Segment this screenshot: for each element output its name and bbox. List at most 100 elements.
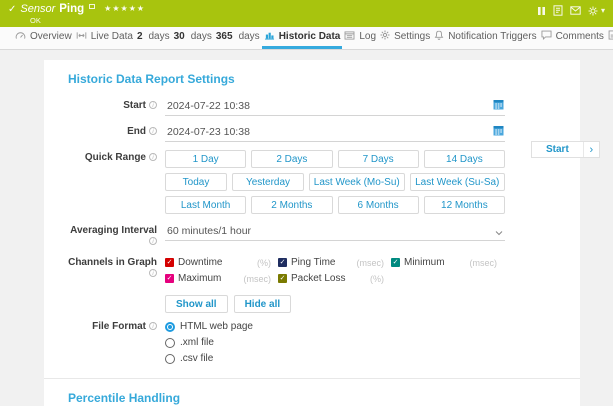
radio-xml-file[interactable]: .xml file [165,337,505,348]
end-date-input[interactable]: 2024-07-23 10:38 [165,124,505,142]
quick-range-12-months[interactable]: 12 Months [424,196,505,214]
gear-icon[interactable] [588,6,598,16]
file-format-row: File Formati HTML web page .xml file .cs… [68,319,556,364]
tab-history[interactable]: History [606,27,613,49]
tab-log[interactable]: Log [342,27,378,49]
radio-html-web-page[interactable]: HTML web page [165,321,505,332]
info-icon[interactable]: i [149,127,157,135]
quick-range-2-months[interactable]: 2 Months [251,196,332,214]
channel-ping-time[interactable]: ✓ Ping Time (msec) [278,257,384,268]
bell-icon [434,30,444,43]
start-report-button[interactable]: Start › [531,141,600,158]
quick-range-last-week-su-sa[interactable]: Last Week (Su-Sa) [410,173,506,191]
checkbox-checked-icon[interactable]: ✓ [278,258,287,267]
tab-live-data[interactable]: Live Data [74,27,135,49]
chevron-right-icon[interactable]: › [583,142,599,157]
start-row: Starti 2024-07-22 10:38 [68,98,556,116]
radio-selected-icon [165,322,175,332]
radio-icon [165,354,175,364]
channel-name: Packet Loss [291,273,345,284]
end-date-value: 2024-07-23 10:38 [167,126,250,138]
tab-label: days [239,31,260,42]
radio-label: .xml file [180,337,214,348]
calendar-icon[interactable] [493,125,504,139]
start-report-button-label: Start [532,142,583,157]
tab-label: Live Data [91,31,133,42]
quick-range-14-days[interactable]: 14 Days [424,150,505,168]
main-area: Historic Data Report Settings Starti 202… [0,50,613,406]
quick-range-yesterday[interactable]: Yesterday [232,173,304,191]
end-row: Endi 2024-07-23 10:38 [68,124,556,142]
radio-label: .csv file [180,353,213,364]
quick-range-today[interactable]: Today [165,173,227,191]
quick-range-6-months[interactable]: 6 Months [338,196,419,214]
info-icon[interactable]: i [149,237,157,245]
channel-maximum[interactable]: ✓ Maximum (msec) [165,273,271,284]
tab-label: Historic Data [279,31,341,42]
chevron-down-icon[interactable]: ▾ [601,6,605,15]
email-icon[interactable] [570,6,581,15]
averaging-interval-row: Averaging Intervali 60 minutes/1 hour [68,223,556,247]
settings-gear-icon [380,30,390,43]
tab-label: days [191,31,212,42]
channel-unit: (msec) [470,258,498,268]
channel-minimum[interactable]: ✓ Minimum (msec) [391,257,497,268]
quick-range-row: Quick Rangei 1 Day 2 Days 7 Days 14 Days… [68,150,556,219]
tab-365-days[interactable]: 365 days [214,27,262,49]
start-date-value: 2024-07-22 10:38 [167,100,250,112]
channel-downtime[interactable]: ✓ Downtime (%) [165,257,271,268]
tab-label: Log [359,31,376,42]
tab-number: 2 [137,31,143,42]
checkbox-checked-icon[interactable]: ✓ [391,258,400,267]
quick-range-last-week-mo-su[interactable]: Last Week (Mo-Su) [309,173,405,191]
tab-overview[interactable]: Overview [13,27,74,49]
tab-comments[interactable]: Comments [539,27,606,49]
report-icon[interactable] [553,5,563,16]
info-icon[interactable]: i [149,153,157,161]
channel-unit: (%) [370,274,384,284]
log-icon [344,31,355,43]
channel-packet-loss[interactable]: ✓ Packet Loss (%) [278,273,384,284]
checkbox-checked-icon[interactable]: ✓ [165,258,174,267]
quick-range-1-day[interactable]: 1 Day [165,150,246,168]
tab-label: days [149,31,170,42]
section-divider [44,378,580,379]
tab-historic-data[interactable]: Historic Data [262,27,343,49]
tab-2-days[interactable]: 2 days [135,27,172,49]
file-format-label: File Formati [68,319,157,364]
channel-unit: (%) [257,258,271,268]
tab-notification-triggers[interactable]: Notification Triggers [432,27,538,49]
tab-number: 30 [174,31,185,42]
radio-csv-file[interactable]: .csv file [165,353,505,364]
averaging-interval-select[interactable]: 60 minutes/1 hour [165,223,505,241]
checkbox-checked-icon[interactable]: ✓ [165,274,174,283]
hide-all-button[interactable]: Hide all [234,295,292,313]
show-all-button[interactable]: Show all [165,295,228,313]
channel-unit: (msec) [357,258,385,268]
tab-label: Notification Triggers [448,31,536,42]
info-icon[interactable]: i [149,322,157,330]
tab-label: Overview [30,31,72,42]
quick-range-2-days[interactable]: 2 Days [251,150,332,168]
priority-stars[interactable]: ★★★★★ [104,4,145,13]
pause-icon[interactable] [537,6,546,16]
tab-30-days[interactable]: 30 days [172,27,214,49]
status-check-icon: ✓ [8,4,16,15]
tab-settings[interactable]: Settings [378,27,432,49]
history-icon [608,30,613,43]
info-icon[interactable]: i [149,101,157,109]
calendar-icon[interactable] [493,99,504,113]
info-icon[interactable]: i [149,269,157,277]
quick-range-7-days[interactable]: 7 Days [338,150,419,168]
tab-bar: Overview Live Data 2 days 30 days 365 da… [0,27,613,50]
sensor-header: ✓ Sensor Ping ★★★★★ OK ▾ [0,0,613,27]
radio-label: HTML web page [180,321,253,332]
start-label: Starti [68,98,157,116]
quick-range-last-month[interactable]: Last Month [165,196,246,214]
channel-unit: (msec) [244,274,272,284]
checkbox-checked-icon[interactable]: ✓ [278,274,287,283]
section-title-report-settings: Historic Data Report Settings [68,72,556,86]
start-date-input[interactable]: 2024-07-22 10:38 [165,98,505,116]
quick-range-label: Quick Rangei [68,150,157,219]
channel-name: Minimum [404,257,445,268]
